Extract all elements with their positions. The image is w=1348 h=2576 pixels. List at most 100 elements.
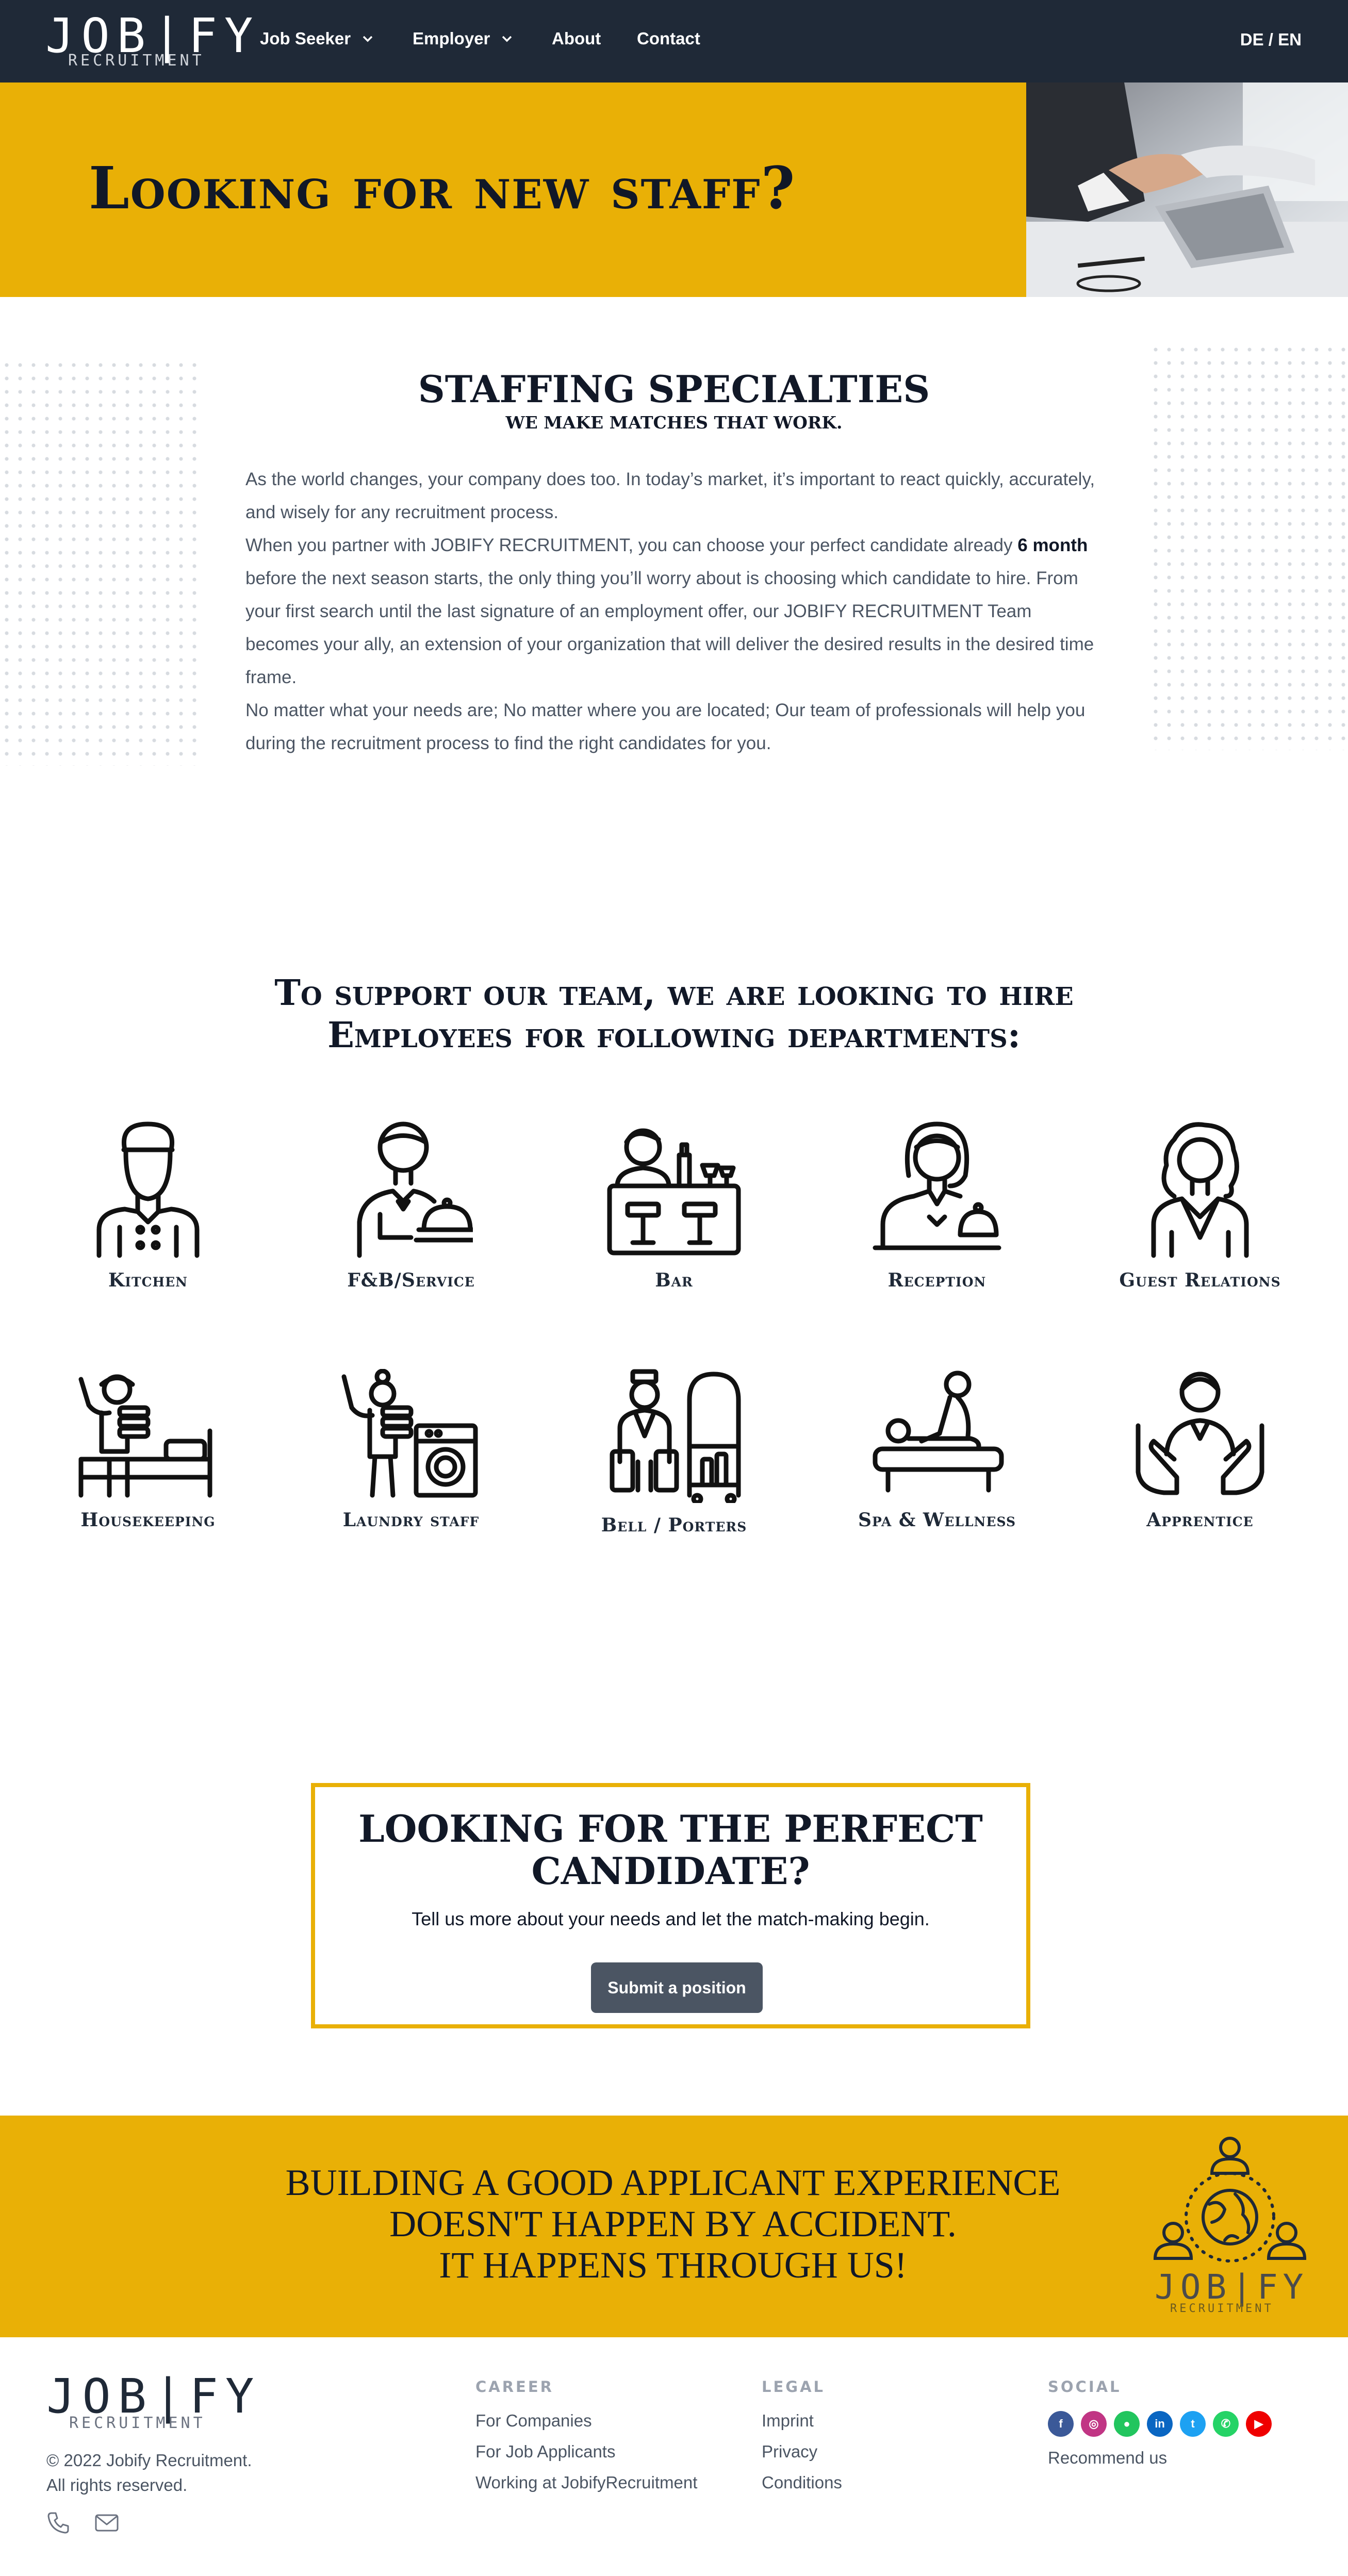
whatsapp-icon[interactable]: ✆ [1213,2411,1239,2437]
footer-logo-wordmark: JOB|FY [46,2369,261,2424]
p2-text-before: When you partner with JOBIFY RECRUITMENT… [245,535,1018,555]
specialties-paragraph-2: When you partner with JOBIFY RECRUITMENT… [245,529,1104,694]
bellboy-icon [610,1369,741,1503]
footer-link-conditions[interactable]: Conditions [762,2473,842,2492]
department-apprentice: Apprentice [1068,1369,1331,1531]
specialties-text: As the world changes, your company does … [245,463,1104,760]
cta-title-line-1: LOOKING FOR THE PERFECT [358,1807,983,1851]
department-bell-porters: Bell / Porters [543,1369,805,1536]
line-icon[interactable]: ● [1114,2411,1140,2437]
footer-career-column: CAREER For Companies For Job Applicants … [475,2378,697,2504]
department-label: Kitchen [108,1269,188,1291]
social-icons-row: f ◎ ● in t ✆ ▶ [1048,2411,1272,2437]
department-spa: Spa & Wellness [805,1369,1068,1531]
copyright-line-1: © 2022 Jobify Recruitment. [46,2451,252,2470]
footer-contact-icons [46,2511,120,2535]
nav-employer[interactable]: Employer [413,29,513,48]
nav-about[interactable]: About [552,29,601,48]
hero-title: Looking for new staff? [89,155,796,222]
waiter-icon [357,1121,473,1258]
departments-title-line-2: Employees for following departments: [327,1015,1021,1056]
social-heading: SOCIAL [1048,2378,1122,2396]
bartender-icon [607,1128,741,1256]
department-label: Housekeeping [80,1509,216,1531]
chef-icon [96,1121,200,1258]
banner-slogan: BUILDING A GOOD APPLICANT EXPERIENCE DOE… [170,2162,1176,2286]
banner-line-3: IT HAPPENS THROUGH US! [439,2244,907,2286]
chevron-down-icon [363,36,373,42]
department-fb-service: F&B/Service [280,1119,543,1291]
footer-link-job-applicants[interactable]: For Job Applicants [475,2442,697,2462]
specialties-paragraph-3: No matter what your needs are; No matter… [245,700,1086,753]
banner-line-2: DOESN'T HAPPEN BY ACCIDENT. [389,2203,957,2244]
cta-description: Tell us more about your needs and let th… [412,1908,930,1929]
copyright-line-2: All rights reserved. [46,2475,188,2495]
footer-link-working-at[interactable]: Working at JobifyRecruitment [475,2473,697,2492]
department-label: Apprentice [1146,1509,1254,1531]
mail-icon[interactable] [94,2511,120,2535]
department-reception: Reception [805,1119,1068,1291]
departments-title-line-1: To support our team, we are looking to h… [274,972,1074,1014]
linkedin-icon[interactable]: in [1147,2411,1173,2437]
nav-label: Contact [637,29,700,48]
specialties-title: STAFFING SPECIALTIES [418,367,930,411]
youtube-icon[interactable]: ▶ [1246,2411,1272,2437]
legal-heading: LEGAL [762,2378,826,2396]
nav-label: About [552,29,601,48]
p2-text-after: before the next season starts, the only … [245,568,1094,687]
cta-title: LOOKING FOR THE PERFECT CANDIDATE? [315,1808,1026,1892]
department-label: Bell / Porters [601,1514,747,1536]
footer-logo[interactable]: JOB|FY RECRUITMENT [46,2373,254,2435]
globe-network-icon [1153,2137,1307,2263]
footer-link-imprint[interactable]: Imprint [762,2411,842,2431]
footer-legal-column: LEGAL Imprint Privacy Conditions [762,2378,842,2504]
facebook-icon[interactable]: f [1048,2411,1074,2437]
instagram-icon[interactable]: ◎ [1081,2411,1107,2437]
receptionist-icon [873,1121,1001,1250]
department-label: Spa & Wellness [858,1509,1016,1531]
department-kitchen: Kitchen [17,1119,280,1291]
candidate-cta-box: LOOKING FOR THE PERFECT CANDIDATE? Tell … [311,1783,1030,2028]
apprentice-icon [1136,1372,1264,1495]
site-logo[interactable]: JOB|FY RECRUITMENT [45,12,253,70]
cta-title-line-2: CANDIDATE? [531,1849,810,1893]
banner-line-1: BUILDING A GOOD APPLICANT EXPERIENCE [285,2162,1061,2203]
recommend-us-link[interactable]: Recommend us [1048,2448,1272,2468]
nav-contact[interactable]: Contact [637,29,700,48]
submit-position-button[interactable]: Submit a position [591,1962,763,2013]
logo-tagline: RECRUITMENT [68,52,205,70]
guest-relations-icon [1151,1122,1249,1258]
footer-link-privacy[interactable]: Privacy [762,2442,842,2462]
banner-logo-wordmark: JOB|FY [1155,2267,1309,2307]
footer-logo-tagline: RECRUITMENT [69,2414,206,2432]
nav-label: Employer [413,29,490,48]
twitter-icon[interactable]: t [1180,2411,1206,2437]
hero-banner: Looking for new staff? [0,82,1026,297]
footer-link-companies[interactable]: For Companies [475,2411,697,2431]
handshake-photo [1026,82,1348,297]
department-laundry: Laundry staff [280,1369,543,1531]
department-label: Reception [887,1269,987,1291]
department-label: Bar [655,1269,693,1291]
specialties-paragraph-1: As the world changes, your company does … [245,469,1095,522]
nav-job-seeker[interactable]: Job Seeker [260,29,373,48]
laundry-icon [341,1369,478,1498]
site-header: JOB|FY RECRUITMENT Job Seeker Employer A… [0,0,1348,82]
chevron-down-icon [502,36,512,42]
department-label: Guest Relations [1119,1269,1281,1291]
nav-label: Job Seeker [260,29,351,48]
department-housekeeping: Housekeeping [17,1369,280,1531]
phone-icon[interactable] [46,2511,70,2535]
career-heading: CAREER [475,2378,554,2396]
massage-icon [873,1370,1004,1493]
network-globe-logo: JOB|FY RECRUITMENT [1147,2132,1312,2323]
department-label: F&B/Service [347,1269,475,1291]
specialties-subtitle: WE MAKE MATCHES THAT WORK. [505,412,843,433]
department-guest-relations: Guest Relations [1068,1119,1331,1291]
language-switcher[interactable]: DE / EN [1240,30,1302,49]
experience-banner: BUILDING A GOOD APPLICANT EXPERIENCE DOE… [0,2116,1348,2337]
department-bar: Bar [543,1119,805,1291]
p2-highlight: 6 month [1017,535,1088,555]
departments-title: To support our team, we are looking to h… [0,972,1348,1056]
copyright: © 2022 Jobify Recruitment. All rights re… [46,2448,252,2498]
